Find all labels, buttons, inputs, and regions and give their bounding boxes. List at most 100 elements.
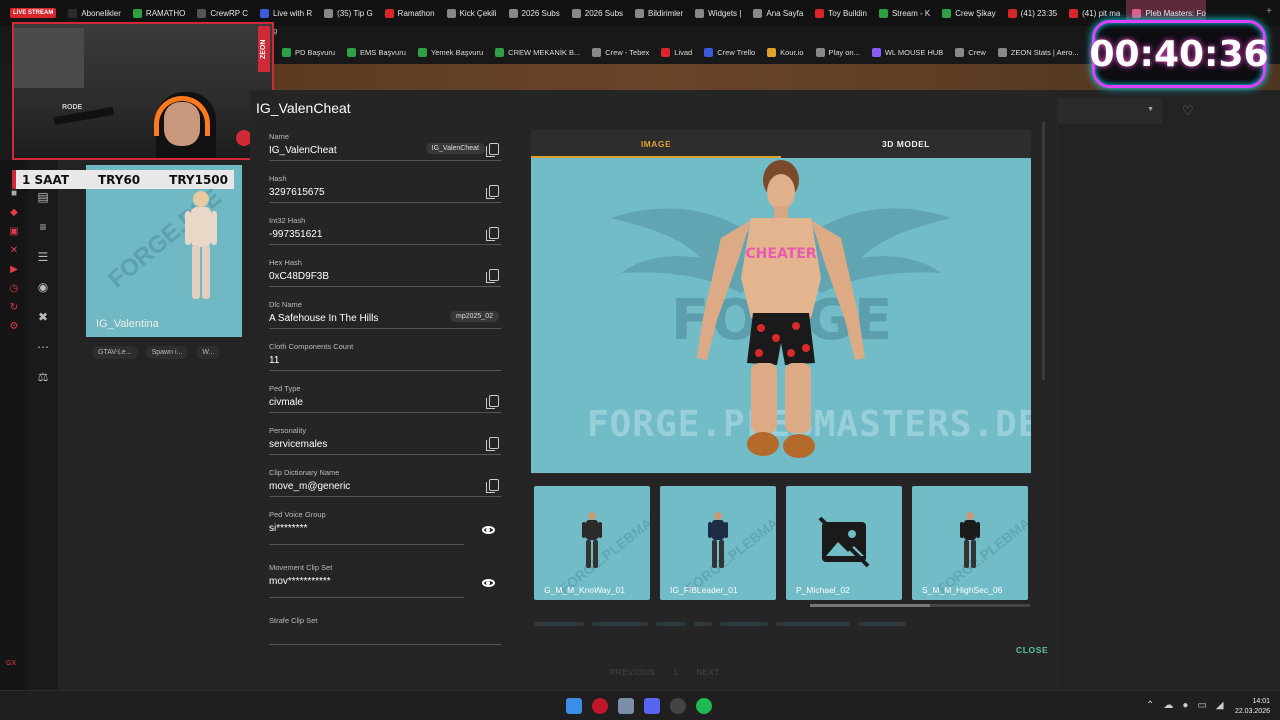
- close-button[interactable]: CLOSE: [1016, 645, 1048, 655]
- scrollbar-knob[interactable]: [810, 604, 930, 607]
- tab-image[interactable]: IMAGE: [531, 130, 781, 158]
- field-strafe-clip-set: Strafe Clip Set: [269, 614, 501, 656]
- browser-tab[interactable]: Ramathon: [379, 0, 441, 26]
- rail-bottom-icon[interactable]: GX: [6, 660, 16, 667]
- browser-tab[interactable]: Toy Buildin: [809, 0, 873, 26]
- field-underline: [269, 286, 501, 287]
- previous-button[interactable]: PREVIOUS: [610, 668, 655, 677]
- browser-tab[interactable]: Crew Şikay: [936, 0, 1001, 26]
- bookmark[interactable]: EMS Başvuru: [347, 47, 406, 57]
- tab-label: Kick Çekili: [459, 8, 497, 18]
- rail-icon-7[interactable]: ◷: [9, 284, 19, 294]
- ped-character: CHEATER: [697, 160, 865, 458]
- field-value: A Safehouse In The Hills: [269, 313, 379, 324]
- obs-icon[interactable]: [670, 698, 686, 714]
- chip[interactable]: W...: [196, 346, 221, 359]
- viewer-scrollbar[interactable]: [1042, 122, 1045, 380]
- field-value: -997351621: [269, 229, 323, 240]
- filter-select[interactable]: ▼: [1058, 98, 1162, 124]
- copy-icon[interactable]: [486, 227, 499, 241]
- bookmark[interactable]: Livad: [661, 47, 692, 57]
- next-button[interactable]: NEXT: [696, 668, 719, 677]
- similar-ped-card[interactable]: FORGE.PLEBMASTERS.DE IG_FIBLeader_01: [660, 486, 776, 600]
- field-tag: mp2025_02: [450, 311, 499, 322]
- spotify-icon[interactable]: [696, 698, 712, 714]
- field-name: Name IG_ValenCheat IG_ValenCheat: [269, 130, 501, 172]
- app-icon[interactable]: [618, 698, 634, 714]
- database-icon[interactable]: ◉: [36, 280, 50, 294]
- similar-ped-card[interactable]: FORGE.PLEBMASTERS.DE S_M_M_HighSec_06: [912, 486, 1028, 600]
- browser-tab[interactable]: (41) 23:35: [1002, 0, 1063, 26]
- rail-icon-2[interactable]: ■: [9, 189, 19, 199]
- volume-icon[interactable]: ◢: [1216, 700, 1224, 711]
- thumbs-scrollbar[interactable]: [810, 604, 1030, 607]
- browser-tab[interactable]: 2026 Subs: [503, 0, 566, 26]
- bookmark[interactable]: Crew Trello: [704, 47, 755, 57]
- similar-ped-name: IG_FIBLeader_01: [670, 585, 738, 595]
- copy-icon[interactable]: [486, 479, 499, 493]
- microphone-icon[interactable]: ●: [1182, 700, 1188, 711]
- taskbar-clock[interactable]: 14:01 22.03.2026: [1235, 697, 1270, 717]
- copy-icon[interactable]: [486, 395, 499, 409]
- bookmark[interactable]: Crew - Tebex: [592, 47, 649, 57]
- copy-icon[interactable]: [486, 143, 499, 157]
- field-value: servicemales: [269, 439, 328, 450]
- browser-tab[interactable]: Kick Çekili: [441, 0, 503, 26]
- copy-icon[interactable]: [486, 185, 499, 199]
- browser-tab[interactable]: Bildirimler: [629, 0, 689, 26]
- browser-tab[interactable]: Widgets |: [689, 0, 747, 26]
- field-label: Dlc Name: [269, 300, 302, 309]
- scale-icon[interactable]: ⚖: [36, 370, 50, 384]
- rail-icon-4[interactable]: ▣: [9, 227, 19, 237]
- background-ped-card[interactable]: FORGE.PLE: [86, 165, 242, 337]
- field-label: Name: [269, 132, 290, 141]
- map-icon[interactable]: ▤: [36, 190, 50, 204]
- table-icon[interactable]: ☰: [36, 250, 50, 264]
- eye-icon[interactable]: [482, 526, 495, 534]
- copy-icon[interactable]: [486, 437, 499, 451]
- cloud-icon[interactable]: ☁: [1163, 700, 1173, 711]
- tools-icon[interactable]: ✖: [36, 310, 50, 324]
- similar-ped-card[interactable]: FORGE.PLEBMASTERS.DE G_M_M_KnoWay_01: [534, 486, 650, 600]
- browser-tab[interactable]: 2026 Subs: [566, 0, 629, 26]
- more-icon[interactable]: ⋯: [36, 340, 50, 354]
- tab-favicon: [635, 8, 645, 18]
- chip[interactable]: GTAV-Le...: [92, 346, 138, 359]
- tab-3d-model[interactable]: 3D MODEL: [781, 130, 1031, 158]
- list-icon[interactable]: ≡: [36, 220, 50, 234]
- chip[interactable]: Spawn i...: [145, 346, 189, 359]
- page-number[interactable]: 1: [673, 668, 678, 677]
- field-value: 3297615675: [269, 187, 325, 198]
- bookmark[interactable]: ZEON Stats | Aero...: [997, 47, 1079, 57]
- bookmark-icon: [815, 47, 825, 57]
- bookmark[interactable]: Kour.io: [767, 47, 804, 57]
- rail-icon-3[interactable]: ◆: [9, 208, 19, 218]
- shirt-text: CHEATER: [745, 246, 816, 262]
- field-label: Hash: [269, 174, 287, 183]
- browser-tab[interactable]: Stream - K: [873, 0, 936, 26]
- bookmark[interactable]: Play on...: [815, 47, 860, 57]
- rail-icon-8[interactable]: ↻: [9, 303, 19, 313]
- bookmark[interactable]: CREW MEKANİK B...: [495, 47, 580, 57]
- new-tab-icon[interactable]: +: [1266, 6, 1272, 17]
- bookmark[interactable]: Yemek Başvuru: [417, 47, 483, 57]
- browser-tab[interactable]: Ana Sayfa: [747, 0, 809, 26]
- tag-row: [534, 622, 906, 626]
- rail-icon-6[interactable]: ▶: [9, 265, 19, 275]
- tab-favicon: [384, 8, 394, 18]
- bookmark[interactable]: WL MOUSE HUB: [871, 47, 943, 57]
- chevron-up-icon[interactable]: ⌃: [1146, 700, 1154, 711]
- favorite-heart-icon[interactable]: ♡: [1182, 103, 1194, 119]
- opera-icon[interactable]: [592, 698, 608, 714]
- bookmark[interactable]: PD Başvuru: [282, 47, 335, 57]
- discord-icon[interactable]: [644, 698, 660, 714]
- eye-icon[interactable]: [482, 579, 495, 587]
- start-icon[interactable]: [566, 698, 582, 714]
- rail-icon-5[interactable]: ✕: [9, 246, 19, 256]
- bookmark[interactable]: Crew: [955, 47, 986, 57]
- rail-icon-9[interactable]: ⚙: [9, 322, 19, 332]
- copy-icon[interactable]: [486, 269, 499, 283]
- browser-tab[interactable]: (35) Tip G: [318, 0, 379, 26]
- network-icon[interactable]: ▭: [1197, 700, 1206, 711]
- similar-ped-card[interactable]: P_Michael_02: [786, 486, 902, 600]
